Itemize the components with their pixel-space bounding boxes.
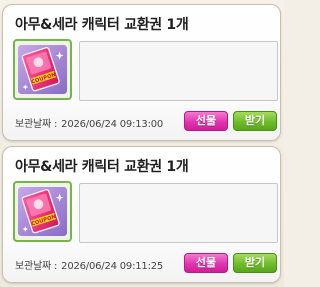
coupon-ticket-icon: COUPON xyxy=(18,187,67,236)
item-thumbnail: COUPON xyxy=(13,39,72,100)
receive-button[interactable]: 받기 xyxy=(233,253,277,273)
storage-date: 보관날짜 :2026/06/24 09:13:00 xyxy=(15,115,163,130)
storage-date: 보관날짜 :2026/06/24 09:11:25 xyxy=(15,257,163,272)
gift-button[interactable]: 선물 xyxy=(184,111,228,131)
storage-item-card: 아무&세라 캐릭터 교환권 1개 COUPON 보관날짜: 2026/06/2… xyxy=(2,4,281,141)
storage-item-list: 아무&세라 캐릭터 교환권 1개 COUPON 보관날짜: 2026/06/2… xyxy=(0,0,284,287)
storage-date-label: 보관날짜 : xyxy=(15,261,58,272)
coupon-ticket-icon: COUPON xyxy=(18,45,67,94)
item-title: 아무&세라 캐릭터 교환권 1개 xyxy=(15,159,189,175)
gift-button[interactable]: 선물 xyxy=(184,253,228,273)
item-description-box xyxy=(79,41,278,101)
storage-date-value: 2026/06/24 09:13:00 xyxy=(61,119,164,130)
receive-button[interactable]: 받기 xyxy=(233,111,277,131)
storage-date-value: 2026/06/24 09:11:25 xyxy=(61,261,164,272)
item-description-box xyxy=(79,183,278,243)
storage-date-label: 보관날짜 : xyxy=(15,119,58,130)
item-title: 아무&세라 캐릭터 교환권 1개 xyxy=(15,17,189,33)
storage-item-card: 아무&세라 캐릭터 교환권 1개 COUPON 보관날짜: 2026/06/2… xyxy=(2,146,281,283)
item-thumbnail: COUPON xyxy=(13,181,72,242)
